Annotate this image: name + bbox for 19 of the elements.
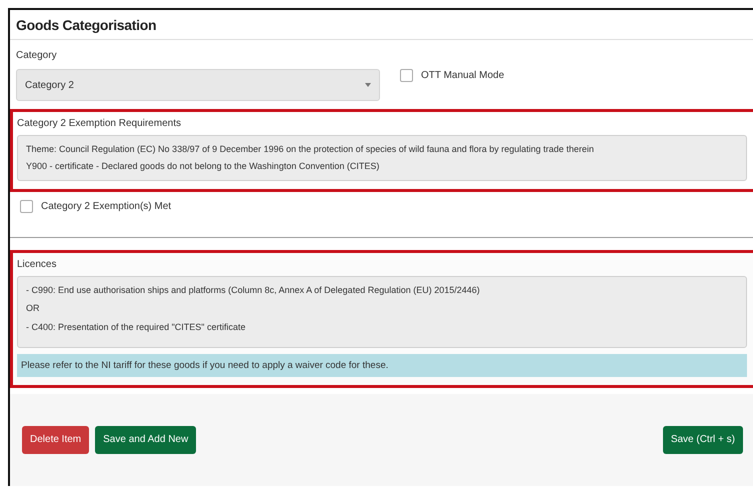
info-note: Please refer to the NI tariff for these goods if you need to apply a waiver code for these. (17, 354, 747, 377)
licence-text: OR (26, 303, 40, 314)
field-label: Category (16, 50, 58, 61)
requirement-text: Theme: Council Regulation (EC) No 338/97 of 9 December 1996 on the protection of species of wild fauna and flora by regulating trade therein (26, 144, 595, 155)
section-title: Goods Categorisation (10, 10, 753, 40)
licence-text: - C400: Presentation of the required "CITES" certificate (26, 322, 246, 333)
checkbox-label: Category 2 Exemption(s) Met (41, 200, 172, 212)
save-button[interactable]: Save (Ctrl + s) (662, 426, 743, 454)
requirement-text: Y900 - certificate - Declared goods do not belong to the Washington Convention (CITES) (26, 160, 380, 172)
licence-text: - C990: End use authorisation ships and platforms (Column 8c, Annex A of Delegated Regulation (EU) 2015/2446) (26, 284, 481, 296)
save-button[interactable]: Save and Add New (95, 426, 196, 454)
panel-heading: Licences (17, 258, 58, 270)
panel-heading: Category 2 Exemption Requirements (17, 118, 182, 129)
delete-button[interactable]: Delete Item (22, 426, 90, 454)
checkbox-label: OTT Manual Mode (421, 70, 504, 81)
checkbox[interactable] (20, 200, 33, 213)
checkbox[interactable] (400, 69, 413, 82)
category-select[interactable]: Category 2 (16, 69, 380, 101)
caret-icon (365, 83, 371, 87)
